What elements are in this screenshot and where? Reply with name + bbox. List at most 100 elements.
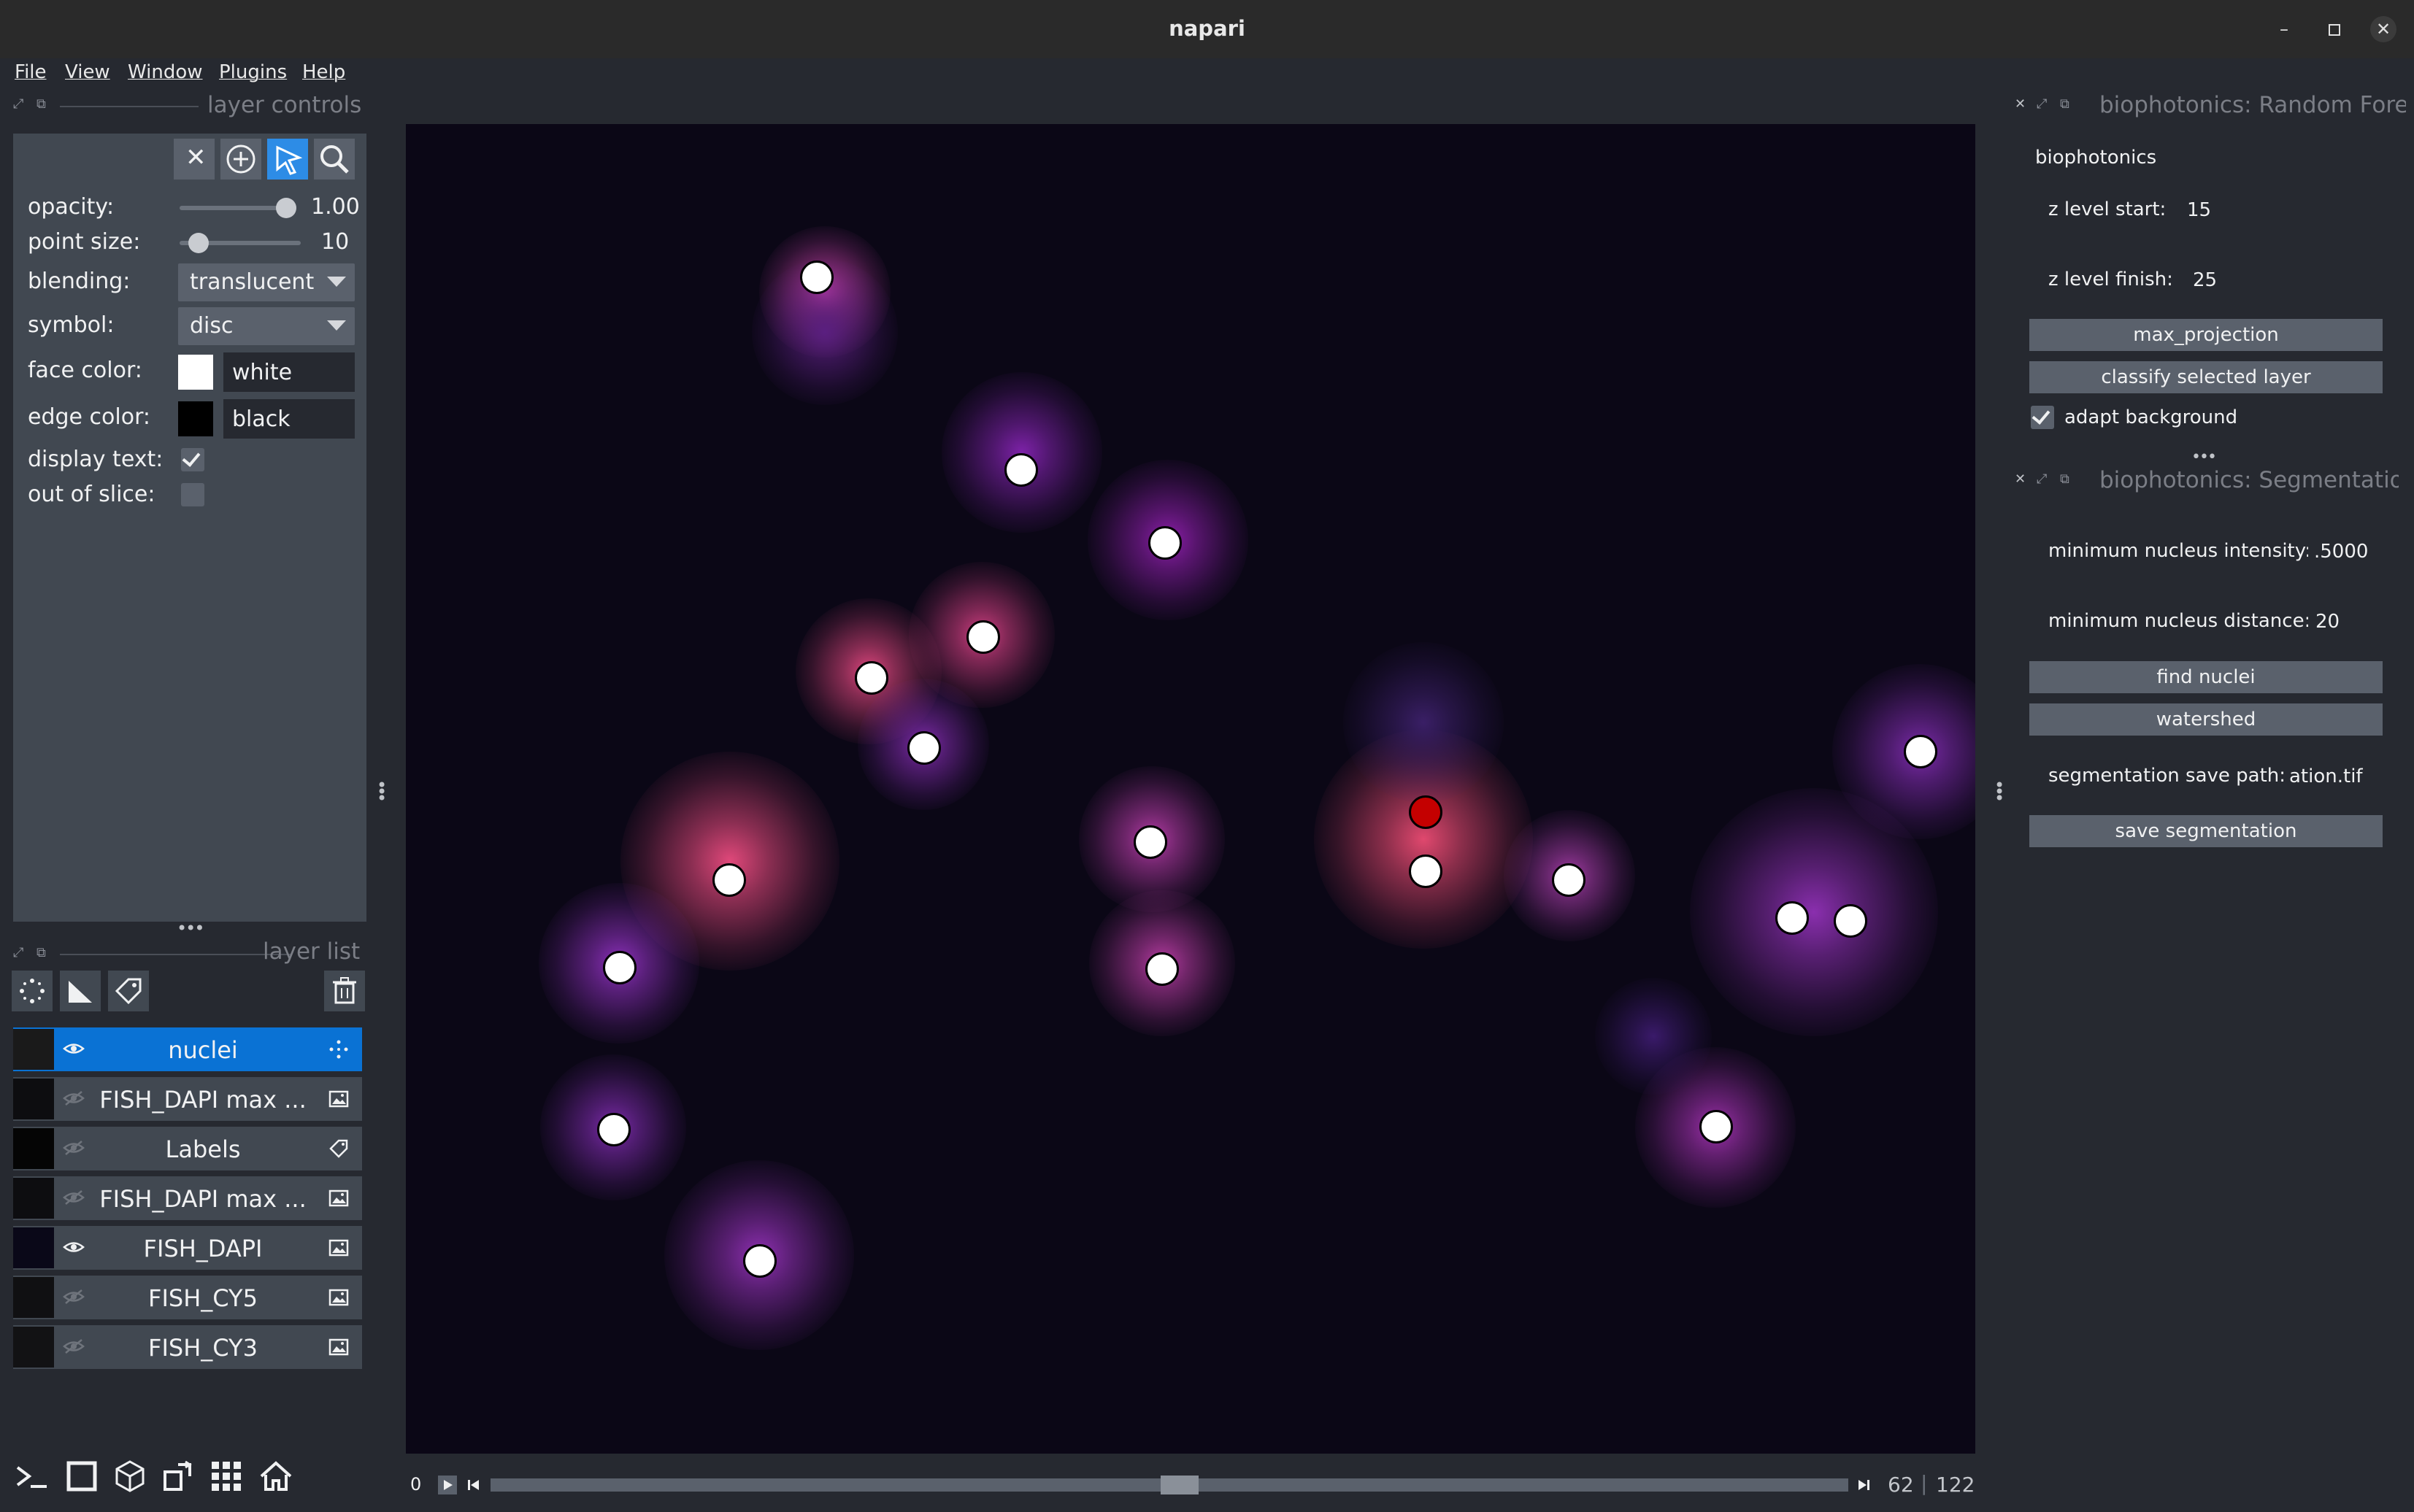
nucleus-point[interactable] bbox=[800, 261, 834, 294]
transpose-button[interactable] bbox=[158, 1456, 199, 1497]
nucleus-point[interactable] bbox=[966, 620, 1000, 654]
menu-file[interactable]: File bbox=[15, 61, 47, 83]
close-widget-icon[interactable]: ✕ bbox=[2015, 96, 2026, 112]
new-points-layer-button[interactable] bbox=[12, 971, 53, 1011]
last-frame-button[interactable] bbox=[1854, 1476, 1873, 1494]
eye-closed-icon[interactable] bbox=[63, 1138, 85, 1157]
z-level-finish-input[interactable]: 25 bbox=[2184, 262, 2368, 297]
delete-selected-button[interactable]: ✕ bbox=[174, 139, 215, 180]
splitter-handle[interactable]: ••• bbox=[177, 918, 204, 938]
undock-icon[interactable]: ⧉ bbox=[36, 945, 46, 960]
grid-view-button[interactable] bbox=[206, 1456, 247, 1497]
eye-closed-icon[interactable] bbox=[63, 1089, 85, 1108]
min-nucleus-distance-input[interactable]: 20 bbox=[2308, 603, 2369, 639]
eye-closed-icon[interactable] bbox=[63, 1337, 85, 1356]
float-dock-icon[interactable]: ⤢ bbox=[13, 96, 23, 112]
undock-icon[interactable]: ⧉ bbox=[36, 96, 46, 112]
adapt-background-checkbox[interactable] bbox=[2031, 406, 2054, 429]
console-button[interactable] bbox=[12, 1456, 53, 1497]
left-splitter-handle[interactable]: • • • bbox=[377, 776, 387, 807]
undock-icon[interactable]: ⧉ bbox=[2060, 471, 2069, 487]
watershed-button[interactable]: watershed bbox=[2029, 703, 2383, 736]
roll-dims-button[interactable] bbox=[109, 1456, 150, 1497]
close-window-icon[interactable]: ✕ bbox=[2370, 16, 2396, 42]
dims-slider-handle[interactable] bbox=[1161, 1476, 1199, 1494]
pan-zoom-button[interactable] bbox=[314, 139, 355, 180]
opacity-value[interactable]: 1.00 bbox=[311, 194, 360, 220]
slider-current-value[interactable]: 62 bbox=[1888, 1473, 1914, 1497]
point-size-slider-handle[interactable] bbox=[188, 233, 209, 253]
layer-row[interactable]: FISH_DAPI max ... bbox=[13, 1176, 362, 1220]
home-button[interactable] bbox=[255, 1456, 296, 1497]
close-widget-icon[interactable]: ✕ bbox=[2015, 471, 2026, 487]
select-points-button[interactable] bbox=[267, 139, 308, 180]
segmentation-save-path-input[interactable]: ation.tif bbox=[2285, 758, 2369, 793]
layer-row[interactable]: Labels bbox=[13, 1127, 362, 1170]
opacity-slider-handle[interactable] bbox=[276, 198, 296, 218]
nucleus-point[interactable] bbox=[1552, 863, 1585, 897]
eye-closed-icon[interactable] bbox=[63, 1287, 85, 1306]
layer-row[interactable]: FISH_DAPI bbox=[13, 1226, 362, 1270]
display-text-checkbox[interactable] bbox=[181, 448, 204, 471]
menu-help[interactable]: Help bbox=[302, 61, 345, 83]
layer-row[interactable]: FISH_CY5 bbox=[13, 1276, 362, 1319]
classify-selected-layer-button[interactable]: classify selected layer bbox=[2029, 361, 2383, 393]
nucleus-point[interactable] bbox=[1145, 952, 1179, 986]
edge-color-field[interactable]: black bbox=[223, 399, 355, 439]
first-frame-button[interactable] bbox=[464, 1476, 483, 1494]
face-color-swatch[interactable] bbox=[178, 355, 213, 390]
menu-plugins[interactable]: Plugins bbox=[219, 61, 287, 83]
nucleus-point[interactable] bbox=[1409, 855, 1442, 888]
new-labels-layer-button[interactable] bbox=[108, 971, 149, 1011]
out-of-slice-checkbox[interactable] bbox=[181, 483, 204, 506]
nucleus-point[interactable] bbox=[1004, 453, 1038, 487]
nucleus-point[interactable] bbox=[855, 661, 888, 695]
layer-row[interactable]: FISH_CY3 bbox=[13, 1325, 362, 1369]
nucleus-point[interactable] bbox=[603, 951, 637, 984]
nucleus-point[interactable] bbox=[1148, 526, 1182, 560]
menu-window[interactable]: Window bbox=[128, 61, 203, 83]
layer-row[interactable]: nuclei bbox=[13, 1027, 362, 1071]
add-points-button[interactable] bbox=[220, 139, 261, 180]
nucleus-point[interactable] bbox=[743, 1244, 777, 1278]
eye-icon[interactable] bbox=[63, 1238, 85, 1257]
right-splitter-handle[interactable]: • • • bbox=[1994, 776, 2004, 807]
point-size-value[interactable]: 10 bbox=[321, 229, 349, 255]
eye-closed-icon[interactable] bbox=[63, 1188, 85, 1207]
float-dock-icon[interactable]: ⤢ bbox=[2037, 471, 2047, 487]
float-dock-icon[interactable]: ⤢ bbox=[2037, 96, 2047, 112]
delete-layer-button[interactable] bbox=[324, 971, 365, 1011]
float-dock-icon[interactable]: ⤢ bbox=[13, 945, 23, 960]
undock-icon[interactable]: ⧉ bbox=[2060, 96, 2069, 112]
edge-color-swatch[interactable] bbox=[178, 401, 213, 436]
play-button[interactable] bbox=[438, 1476, 457, 1494]
eye-icon[interactable] bbox=[63, 1039, 85, 1058]
dims-slider-track[interactable] bbox=[491, 1476, 1848, 1494]
opacity-slider[interactable] bbox=[180, 206, 291, 210]
nucleus-point[interactable] bbox=[712, 863, 746, 897]
menu-view[interactable]: View bbox=[65, 61, 110, 83]
nucleus-point[interactable] bbox=[1904, 735, 1937, 768]
layer-row[interactable]: FISH_DAPI max ... bbox=[13, 1077, 362, 1121]
z-level-start-input[interactable]: 15 bbox=[2178, 192, 2368, 227]
face-color-field[interactable]: white bbox=[223, 352, 355, 392]
maximize-icon[interactable] bbox=[2321, 16, 2347, 42]
nucleus-point[interactable] bbox=[1834, 904, 1867, 938]
blending-dropdown[interactable]: translucent bbox=[178, 263, 355, 301]
nucleus-point[interactable] bbox=[597, 1113, 631, 1146]
selected-nucleus-point[interactable] bbox=[1409, 795, 1442, 829]
nucleus-point[interactable] bbox=[907, 731, 941, 765]
find-nuclei-button[interactable]: find nuclei bbox=[2029, 661, 2383, 693]
symbol-dropdown[interactable]: disc bbox=[178, 307, 355, 345]
widget-splitter-handle[interactable]: ••• bbox=[2191, 448, 2217, 466]
min-nucleus-intensity-input[interactable]: .5000 bbox=[2308, 533, 2369, 568]
new-shapes-layer-button[interactable] bbox=[60, 971, 101, 1011]
nucleus-point[interactable] bbox=[1134, 825, 1167, 859]
nucleus-point[interactable] bbox=[1775, 901, 1809, 935]
viewer-canvas[interactable] bbox=[406, 124, 1975, 1454]
minimize-icon[interactable]: – bbox=[2271, 16, 2297, 42]
nucleus-point[interactable] bbox=[1699, 1110, 1733, 1143]
save-segmentation-button[interactable]: save segmentation bbox=[2029, 815, 2383, 847]
max-projection-button[interactable]: max_projection bbox=[2029, 319, 2383, 351]
toggle-ndisplay-button[interactable] bbox=[61, 1456, 102, 1497]
